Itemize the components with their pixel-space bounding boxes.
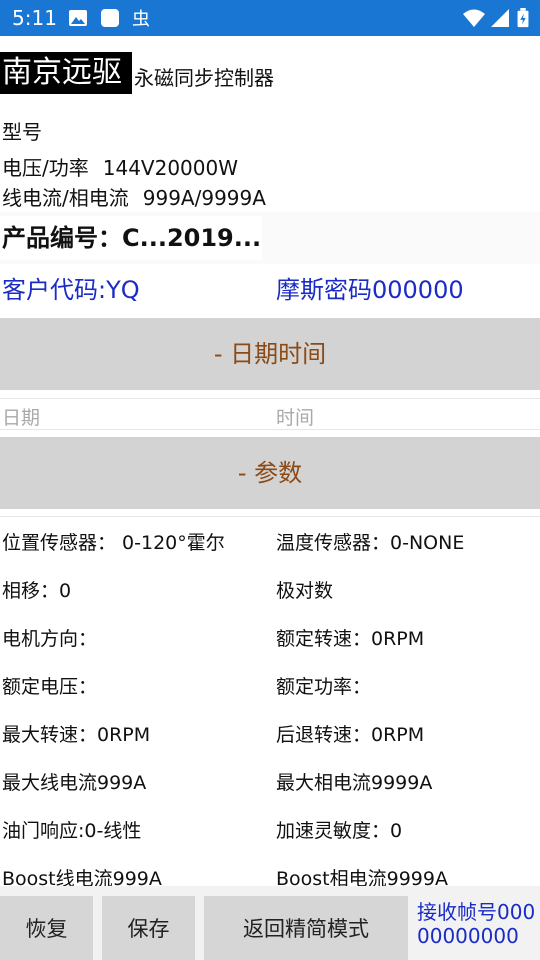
- current-label: 线电流/相电流: [2, 186, 129, 210]
- brand-subtitle: 永磁同步控制器: [134, 66, 274, 90]
- param-throttle-response[interactable]: 油门响应:0-线性: [2, 816, 141, 843]
- param-rated-voltage[interactable]: 额定电压：: [2, 672, 97, 699]
- param-temp-sensor[interactable]: 温度传感器：0-NONE: [276, 528, 464, 555]
- datetime-row: 日期 时间: [0, 398, 540, 430]
- param-max-phase-current[interactable]: 最大相电流9999A: [276, 768, 432, 795]
- params-section-header[interactable]: - 参数: [0, 437, 540, 509]
- save-button[interactable]: 保存: [102, 896, 195, 960]
- param-reverse-speed[interactable]: 后退转速：0RPM: [276, 720, 424, 747]
- param-rated-power[interactable]: 额定功率：: [276, 672, 371, 699]
- battery-charging-icon: [517, 8, 529, 28]
- status-time: 5:11: [12, 6, 57, 30]
- divider: [0, 516, 540, 517]
- product-row: 产品编号：C...2019...: [0, 212, 540, 264]
- param-motor-direction[interactable]: 电机方向：: [2, 624, 97, 651]
- product-number: 产品编号：C...2019...: [0, 216, 262, 260]
- morse-code: 摩斯密码000000: [276, 276, 464, 304]
- svg-text:虫: 虫: [132, 9, 150, 28]
- param-rated-speed[interactable]: 额定转速：0RPM: [276, 624, 424, 651]
- current-row: 线电流/相电流 999A/9999A: [2, 182, 266, 211]
- param-max-speed[interactable]: 最大转速：0RPM: [2, 720, 150, 747]
- bug-icon: 虫: [132, 9, 150, 28]
- param-position-sensor[interactable]: 位置传感器： 0-120°霍尔: [2, 528, 225, 555]
- receive-frame-number: 接收帧号00000000000: [417, 900, 536, 948]
- current-value: 999A/9999A: [142, 186, 266, 210]
- simple-mode-button[interactable]: 返回精简模式: [204, 896, 408, 960]
- square-app-icon: [101, 9, 119, 27]
- model-label: 型号: [2, 120, 42, 144]
- wifi-icon: [463, 9, 485, 27]
- image-icon: [69, 10, 87, 26]
- customer-code: 客户代码:YQ: [2, 276, 140, 304]
- param-max-line-current[interactable]: 最大线电流999A: [2, 768, 146, 795]
- signal-icon: [491, 9, 509, 27]
- param-pole-pairs[interactable]: 极对数: [276, 576, 333, 603]
- status-bar: 5:11 虫: [0, 0, 540, 36]
- datetime-section-header[interactable]: - 日期时间: [0, 318, 540, 390]
- voltage-power-label: 电压/功率: [2, 156, 89, 180]
- time-field[interactable]: 时间: [276, 403, 314, 430]
- date-field[interactable]: 日期: [2, 403, 40, 430]
- bottom-action-bar: 恢复 保存 返回精简模式 接收帧号00000000000: [0, 886, 540, 960]
- param-phase-shift[interactable]: 相移：0: [2, 576, 71, 603]
- voltage-power-row: 电压/功率 144V20000W: [2, 152, 238, 181]
- param-accel-sensitivity[interactable]: 加速灵敏度：0: [276, 816, 402, 843]
- restore-button[interactable]: 恢复: [0, 896, 93, 960]
- brand-name: 南京远驱: [0, 52, 132, 94]
- voltage-power-value: 144V20000W: [102, 156, 239, 180]
